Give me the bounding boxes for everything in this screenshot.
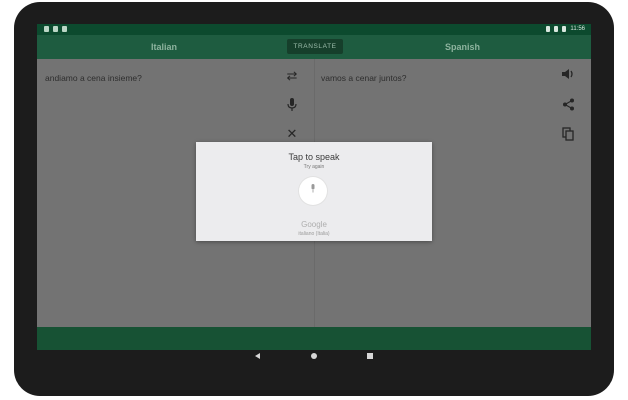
- app-screen: 11:56 Italian TRANSLATE Spanish andiamo …: [37, 24, 591, 350]
- back-icon[interactable]: [255, 353, 260, 359]
- notification-icons: [44, 26, 67, 32]
- home-icon[interactable]: [311, 353, 317, 359]
- dialog-subtitle[interactable]: Try again: [196, 164, 432, 170]
- translate-button[interactable]: TRANSLATE: [287, 39, 343, 54]
- location-icon: [546, 26, 551, 32]
- notification-icon: [44, 26, 49, 32]
- battery-icon: [562, 26, 567, 32]
- volume-icon[interactable]: [560, 68, 576, 83]
- bottom-bar: [37, 327, 591, 350]
- close-icon[interactable]: ✕: [284, 127, 300, 141]
- swap-icon[interactable]: ⇄: [284, 69, 300, 83]
- wifi-icon: [554, 26, 559, 32]
- source-text-input[interactable]: andiamo a cena insieme?: [45, 73, 142, 83]
- recents-icon[interactable]: [367, 353, 373, 359]
- speech-language-label[interactable]: italiano (Italia): [196, 231, 432, 237]
- share-icon[interactable]: [560, 98, 576, 114]
- copy-icon[interactable]: [560, 127, 576, 144]
- speak-button[interactable]: [299, 177, 327, 205]
- translation-output: vamos a cenar juntos?: [321, 73, 407, 83]
- microphone-icon[interactable]: [284, 98, 300, 114]
- navigation-bar: [0, 350, 628, 368]
- system-icons: 11:56: [546, 25, 585, 33]
- microphone-icon: [299, 184, 327, 195]
- notification-icon: [53, 26, 58, 32]
- target-language-selector[interactable]: Spanish: [445, 35, 480, 59]
- notification-icon: [62, 26, 67, 32]
- clock: 11:56: [570, 26, 585, 32]
- language-toolbar: Italian TRANSLATE Spanish: [37, 35, 591, 59]
- google-logo: Google: [301, 220, 327, 229]
- source-language-selector[interactable]: Italian: [151, 35, 177, 59]
- status-bar: 11:56: [37, 24, 591, 35]
- dialog-title[interactable]: Tap to speak: [196, 152, 432, 162]
- speech-input-dialog: Tap to speak Try again Google italiano (…: [196, 142, 432, 241]
